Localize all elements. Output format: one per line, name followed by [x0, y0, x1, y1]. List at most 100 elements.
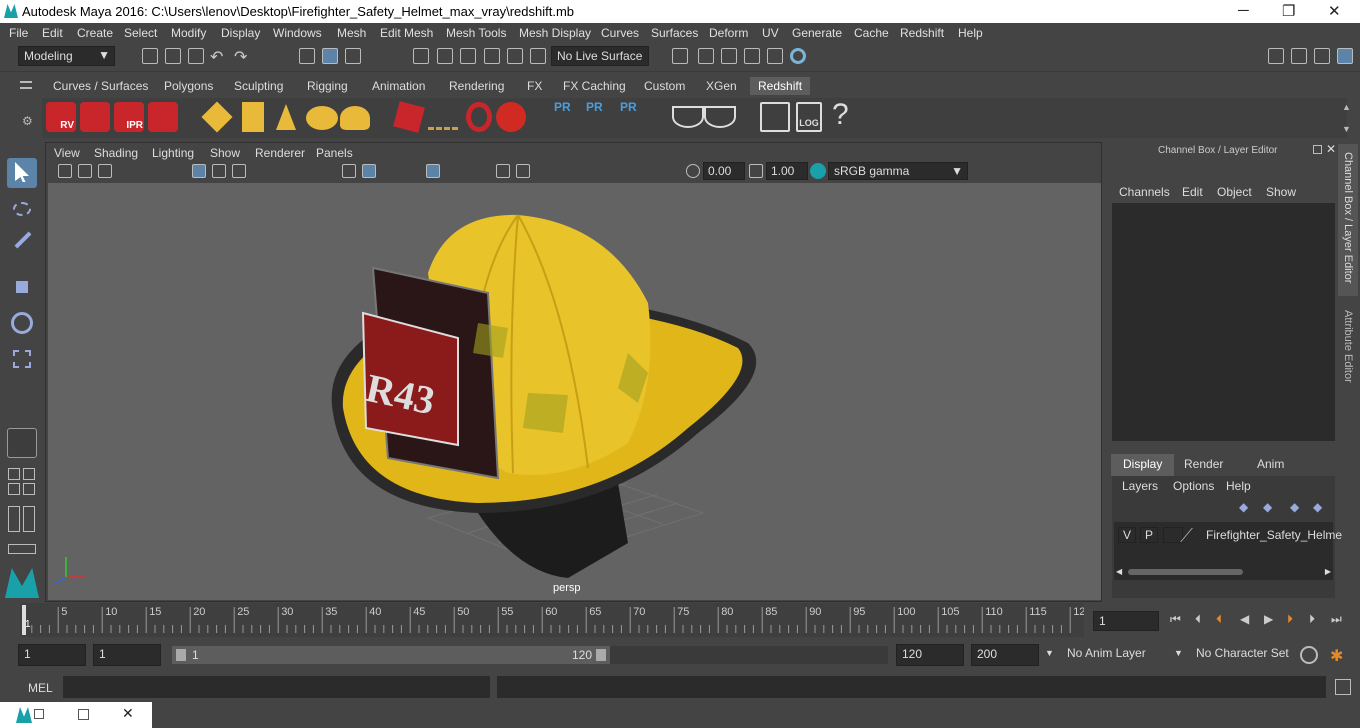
toggle-attribute-icon[interactable] — [1291, 48, 1307, 64]
range-end-handle[interactable] — [596, 649, 606, 661]
anim-layer-selector[interactable]: No Anim Layer — [1062, 644, 1162, 666]
channel-menu-channels[interactable]: Channels — [1119, 185, 1170, 199]
viewport-menu-shading[interactable]: Shading — [94, 146, 138, 160]
command-language-label[interactable]: MEL — [28, 681, 53, 695]
toggle-channel-box-icon[interactable] — [1337, 48, 1353, 64]
menu-redshift[interactable]: Redshift — [900, 26, 944, 40]
maximize-button[interactable]: ❐ — [1282, 2, 1295, 20]
render-settings-icon[interactable] — [767, 48, 783, 64]
side-tab-channel-box[interactable]: Channel Box / Layer Editor — [1338, 144, 1358, 296]
playback-end-field[interactable]: 120 — [896, 644, 964, 666]
select-by-object-icon[interactable] — [322, 48, 338, 64]
persp-outliner-layout-icon[interactable] — [23, 483, 35, 495]
close-button[interactable]: ✕ — [1328, 2, 1341, 20]
select-tool-icon[interactable] — [7, 158, 37, 188]
wireframe-icon[interactable] — [342, 164, 356, 178]
close-panel-icon[interactable]: ✕ — [1326, 142, 1336, 156]
history-icon[interactable] — [672, 48, 688, 64]
viewport-menu-show[interactable]: Show — [210, 146, 240, 160]
exposure-field[interactable]: 0.00 — [703, 162, 745, 180]
live-surface-field[interactable]: No Live Surface — [551, 46, 649, 66]
xray-icon[interactable] — [516, 164, 530, 178]
camera-attributes-icon[interactable] — [78, 164, 92, 178]
close-window-icon[interactable]: ✕ — [122, 705, 134, 722]
undo-icon[interactable]: ↶ — [210, 47, 223, 67]
pr-proxy-export-icon[interactable]: PR — [554, 100, 571, 114]
tab-animation[interactable]: Animation — [364, 77, 433, 95]
chevron-down-icon[interactable]: ▼ — [1045, 648, 1054, 658]
layer-color-swatch[interactable] — [1180, 528, 1208, 542]
snap-view-icon[interactable] — [484, 48, 500, 64]
layer-row[interactable]: V P Firefighter_Safety_Helme — [1114, 524, 1342, 544]
menu-display[interactable]: Display — [221, 26, 260, 40]
colorspace-selector[interactable]: sRGB gamma ▼ — [828, 162, 968, 180]
range-start-handle[interactable] — [176, 649, 186, 661]
channel-menu-show[interactable]: Show — [1266, 185, 1296, 199]
tab-fx-caching[interactable]: FX Caching — [555, 77, 634, 95]
playback-start-field[interactable]: 1 — [93, 644, 161, 666]
menu-generate[interactable]: Generate — [792, 26, 842, 40]
render-sequence-button[interactable] — [80, 102, 110, 132]
menu-create[interactable]: Create — [77, 26, 113, 40]
render-frame-icon[interactable] — [698, 48, 714, 64]
open-scene-icon[interactable] — [165, 48, 181, 64]
tab-fx[interactable]: FX — [519, 77, 550, 95]
pr-proxy-import-icon[interactable]: PR — [586, 100, 603, 114]
layer-tab-display[interactable]: Display — [1111, 454, 1175, 476]
tab-xgen[interactable]: XGen — [698, 77, 745, 95]
sun-sky-icon[interactable] — [340, 106, 370, 130]
viewport-menu-panels[interactable]: Panels — [316, 146, 353, 160]
layer-menu-help[interactable]: Help — [1226, 479, 1251, 493]
film-gate-icon[interactable] — [212, 164, 226, 178]
animation-preferences-icon[interactable]: ✱ — [1330, 646, 1343, 666]
go-to-end-icon[interactable]: ⏭ — [1331, 612, 1342, 627]
go-to-start-icon[interactable]: ⏮ — [1170, 612, 1181, 627]
resolution-gate-icon[interactable] — [232, 164, 246, 178]
restore-window-icon[interactable] — [34, 709, 44, 719]
render-view-button[interactable]: RV — [46, 102, 76, 132]
pr-proxy-swap-icon[interactable]: PR — [620, 100, 637, 114]
volume-icon[interactable] — [466, 102, 492, 132]
step-back-icon[interactable]: ⏴ — [1195, 612, 1201, 627]
material-assign-icon[interactable] — [704, 106, 736, 128]
area-light-icon[interactable] — [201, 101, 233, 133]
redo-icon[interactable]: ↷ — [234, 47, 247, 67]
log-icon[interactable]: LOG — [796, 102, 822, 132]
exposure-icon[interactable] — [686, 164, 700, 178]
tab-rendering[interactable]: Rendering — [441, 77, 512, 95]
snap-point-icon[interactable] — [460, 48, 476, 64]
lasso-tool-icon[interactable] — [7, 196, 37, 226]
spot-light-icon[interactable] — [276, 104, 296, 130]
render-options-button[interactable] — [148, 102, 178, 132]
tab-rigging[interactable]: Rigging — [299, 77, 356, 95]
character-set-selector[interactable]: No Character Set — [1191, 644, 1291, 666]
scale-tool-icon[interactable] — [7, 344, 37, 374]
two-pane-layout-icon[interactable] — [8, 483, 20, 495]
tab-sculpting[interactable]: Sculpting — [226, 77, 291, 95]
rotate-tool-icon[interactable] — [7, 308, 37, 338]
chevron-down-icon[interactable]: ▼ — [1174, 648, 1183, 658]
layer-tab-anim[interactable]: Anim — [1247, 454, 1294, 472]
hypershade-icon[interactable] — [790, 48, 806, 64]
textured-icon[interactable] — [426, 164, 440, 178]
step-forward-key-icon[interactable]: ⏵ — [1287, 612, 1293, 627]
channel-menu-edit[interactable]: Edit — [1182, 185, 1203, 199]
snap-curve-icon[interactable] — [437, 48, 453, 64]
snap-vertex-icon[interactable] — [530, 48, 546, 64]
camera-select-icon[interactable] — [58, 164, 72, 178]
layer-name[interactable]: Firefighter_Safety_Helme — [1206, 528, 1342, 542]
step-back-key-icon[interactable]: ⏴ — [1216, 612, 1222, 627]
viewport-menu-lighting[interactable]: Lighting — [152, 146, 194, 160]
paint-select-tool-icon[interactable] — [7, 231, 37, 262]
current-frame-field[interactable]: 1 — [1093, 611, 1159, 631]
shelf-settings-icon[interactable]: ⚙ — [22, 114, 33, 128]
gamma-icon[interactable] — [749, 164, 763, 178]
menu-edit-mesh[interactable]: Edit Mesh — [380, 26, 433, 40]
color-management-toggle-icon[interactable] — [810, 163, 826, 179]
channel-menu-object[interactable]: Object — [1217, 185, 1252, 199]
new-layer-selected-icon[interactable]: ◆ — [1313, 500, 1322, 514]
menu-curves[interactable]: Curves — [601, 26, 639, 40]
render-sequence-icon[interactable] — [721, 48, 737, 64]
new-scene-icon[interactable] — [142, 48, 158, 64]
menu-select[interactable]: Select — [124, 26, 157, 40]
